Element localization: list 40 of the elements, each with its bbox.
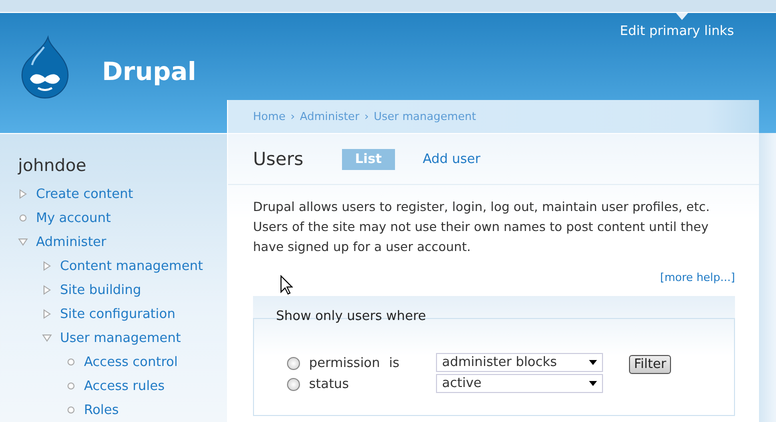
site-name[interactable]: Drupal bbox=[102, 57, 196, 86]
sidebar-link[interactable]: Content management bbox=[60, 258, 203, 274]
fieldset-legend: Show only users where bbox=[268, 309, 434, 324]
caret-icon bbox=[589, 360, 597, 365]
edit-primary-links[interactable]: Edit primary links bbox=[620, 24, 734, 39]
bullet-icon bbox=[18, 213, 28, 223]
sidebar-link[interactable]: User management bbox=[60, 330, 181, 346]
sidebar-link[interactable]: Administer bbox=[36, 234, 106, 250]
bullet-icon bbox=[66, 357, 76, 367]
breadcrumb-link[interactable]: Administer bbox=[300, 110, 360, 123]
dropdown[interactable]: active bbox=[436, 374, 603, 393]
radio-button[interactable] bbox=[287, 357, 300, 370]
is-label: is bbox=[389, 356, 400, 371]
filter-button[interactable]: Filter bbox=[629, 355, 672, 374]
description-text: Drupal allows users to register, login, log out, maintain user profiles, etc. Users of the site may not use their own names to post content until they have signed up for a user account. bbox=[252, 198, 711, 256]
sidebar-link[interactable]: Access rules bbox=[84, 378, 165, 394]
user-name: johndoe bbox=[18, 156, 86, 176]
filter-label: status bbox=[309, 377, 349, 392]
notch-icon bbox=[676, 13, 688, 20]
breadcrumb-link[interactable]: User management bbox=[374, 110, 476, 123]
page-title: Users bbox=[253, 148, 304, 170]
tab[interactable]: Add user bbox=[412, 148, 490, 170]
breadcrumb-link[interactable]: Home bbox=[253, 110, 286, 123]
caret-icon bbox=[589, 381, 597, 386]
breadcrumb-separator: › bbox=[364, 110, 369, 123]
filter-label: permission bbox=[309, 356, 380, 371]
cursor-icon bbox=[280, 275, 293, 295]
drop-logo-icon[interactable] bbox=[20, 35, 70, 99]
sidebar-link[interactable]: Site configuration bbox=[60, 306, 176, 322]
sidebar-link[interactable]: Site building bbox=[60, 282, 142, 298]
bullet-icon bbox=[66, 405, 76, 415]
radio-button[interactable] bbox=[287, 378, 300, 391]
bullet-icon bbox=[66, 381, 76, 391]
breadcrumb-separator: › bbox=[290, 110, 295, 123]
sidebar-link[interactable]: My account bbox=[36, 210, 111, 226]
sidebar-link[interactable]: Access control bbox=[84, 354, 178, 370]
sidebar-link[interactable]: Create content bbox=[36, 186, 134, 202]
dropdown[interactable]: administer blocks bbox=[436, 353, 603, 372]
more-help-link[interactable]: [more help...] bbox=[660, 271, 735, 284]
sidebar-link[interactable]: Roles bbox=[84, 402, 119, 418]
